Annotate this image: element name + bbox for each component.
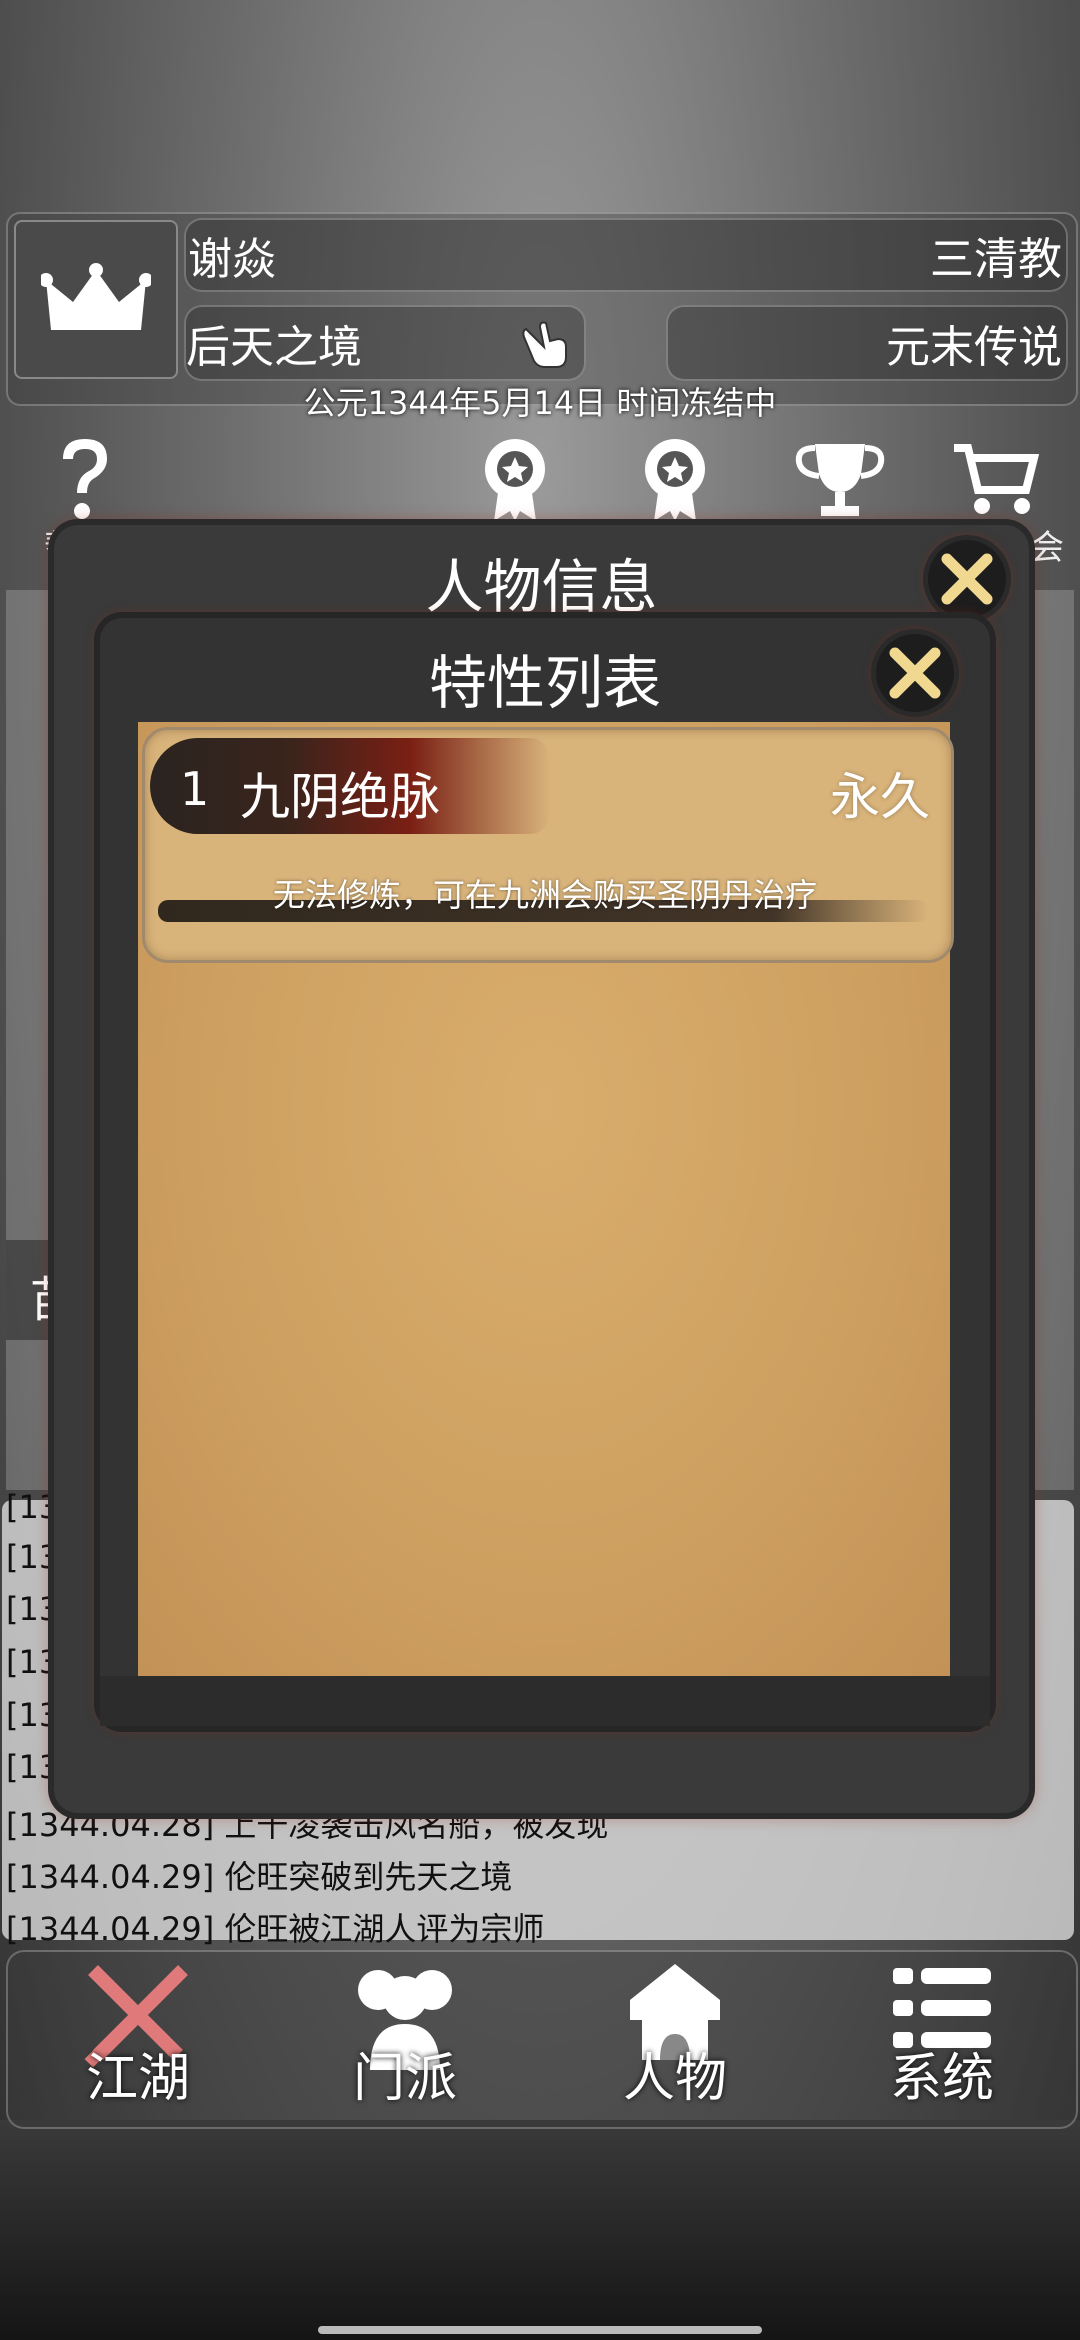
trait-index: 1 [180,762,210,816]
nav-xitong[interactable]: 系统 [842,1960,1042,2120]
crown-icon [41,262,151,330]
log-line: [13 [6,1538,60,1576]
log-line: [13 [6,1748,60,1786]
log-line: [13 [6,1590,60,1628]
scenario-name: 元末传说 [886,322,1062,373]
character-info-title: 人物信息 [425,553,658,621]
help-button[interactable] [40,430,130,530]
question-icon [63,439,107,519]
log-line: [1344.04.29] 伦旺被江湖人评为宗师 [6,1910,545,1948]
nav-label: 江湖 [85,2049,190,2109]
trophy-button[interactable] [795,430,885,530]
nav-jianghu[interactable]: 江湖 [38,1960,238,2120]
award-button-2[interactable] [630,430,720,530]
log-line: [13 [6,1643,60,1681]
pointing-hand-icon [522,321,567,368]
trophy-icon [795,444,885,516]
medal-icon [485,439,545,521]
dialog-footer [100,1676,990,1726]
close-icon [889,647,941,699]
player-realm: 后天之境 [186,322,362,373]
medal-icon [645,439,705,521]
trait-name: 九阴绝脉 [240,768,440,826]
cart-icon [954,444,1040,514]
traits-close-button[interactable] [876,634,954,712]
trait-description: 无法修炼，可在九洲会购买圣阴丹治疗 [272,876,817,914]
player-name: 谢焱 [188,234,276,285]
realm-bar[interactable]: 后天之境 [184,305,586,381]
battle-scene-backdrop [0,2120,1080,2340]
home-indicator[interactable] [318,2326,762,2334]
traits-title: 特性列表 [428,649,661,717]
nav-label: 人物 [622,2049,727,2109]
avatar[interactable] [14,220,178,379]
nav-renwu[interactable]: 人物 [575,1960,775,2120]
close-icon [941,553,993,605]
player-sect: 三清教 [930,234,1062,285]
name-bar: 谢焱 三清教 [184,218,1068,292]
guild-label: 会 [1030,528,1064,568]
nav-menpai[interactable]: 门派 [305,1960,505,2120]
date-status: 公元1344年5月14日 时间冻结中 [303,384,777,422]
log-line: [13 [6,1488,60,1526]
trait-duration: 永久 [830,768,930,826]
scenario-bar: 元末传说 [666,305,1068,381]
log-line: [13 [6,1696,60,1734]
award-button-1[interactable] [470,430,560,530]
log-line: [1344.04.29] 伦旺突破到先天之境 [6,1858,513,1896]
nav-label: 门派 [352,2049,457,2109]
character-info-close-button[interactable] [928,540,1006,618]
shop-button[interactable] [950,430,1040,530]
nav-label: 系统 [889,2049,994,2109]
